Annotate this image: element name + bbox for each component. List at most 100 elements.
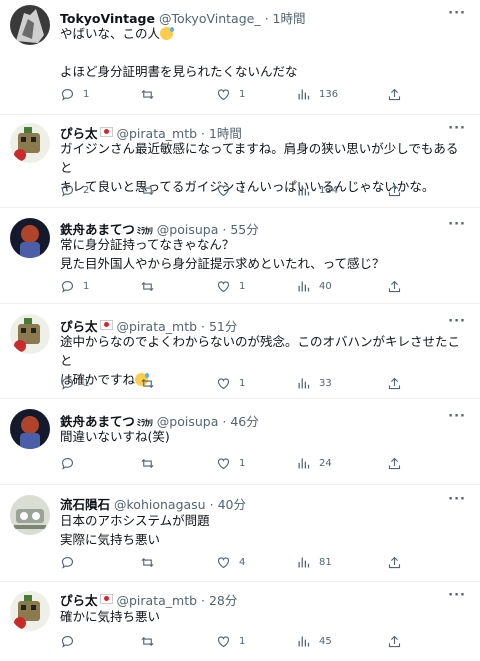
like-button[interactable]: 1 — [216, 456, 245, 471]
reply-button[interactable]: 1 — [60, 279, 89, 294]
avatar[interactable] — [10, 314, 50, 354]
share-button[interactable] — [387, 183, 402, 198]
avatar[interactable] — [10, 591, 50, 631]
retweet-button[interactable] — [140, 555, 163, 570]
tweet[interactable]: 流石隕石 @kohionagasu · 40分 ··· 日本のアホシステムが問題… — [0, 485, 480, 582]
like-button[interactable]: 1 — [216, 279, 245, 294]
reply-icon — [61, 88, 74, 101]
views-button[interactable]: 45 — [296, 634, 332, 649]
more-icon[interactable]: ··· — [448, 492, 466, 507]
like-icon — [217, 378, 230, 390]
share-button[interactable] — [387, 376, 402, 391]
more-icon[interactable]: ··· — [448, 217, 466, 232]
share-button[interactable] — [387, 634, 402, 649]
retweet-button[interactable] — [140, 634, 163, 649]
tweet-actions: 1 45 — [60, 634, 468, 652]
more-icon[interactable]: ··· — [448, 409, 466, 424]
more-icon[interactable]: ··· — [448, 6, 466, 21]
retweet-icon — [141, 636, 154, 647]
reply-feed: TokyoVintage @TokyoVintage_ · 1時間 ··· やば… — [0, 0, 480, 661]
display-name[interactable]: 流石隕石 — [60, 497, 110, 512]
like-button[interactable]: 1 — [216, 376, 245, 391]
separator-dot: · — [201, 593, 205, 608]
share-button[interactable] — [387, 456, 402, 471]
tweet-text: 確かに気持ち悪い — [60, 607, 468, 626]
more-icon[interactable]: ··· — [448, 121, 466, 136]
tweet-line: 間違いないすね(笑) — [60, 429, 170, 444]
more-icon[interactable]: ··· — [448, 588, 466, 603]
tweet[interactable]: 鉄舟あまてつ ﾐﾗｶﾘ @poisupa · 55分 ··· 常に身分証持ってなき… — [0, 208, 480, 304]
views-button[interactable]: 136 — [296, 87, 338, 102]
tweet-line: ガイジンさん最近敏感になってますね。肩身の狭い思いが少しでもあると — [60, 141, 459, 175]
retweet-icon — [141, 281, 154, 292]
japan-flag-icon — [99, 594, 113, 604]
reply-button[interactable] — [60, 456, 83, 471]
retweet-button[interactable] — [140, 456, 163, 471]
tweet[interactable]: ぴら太 @pirata_mtb · 1時間 ··· ガイジンさん最近敏感になって… — [0, 115, 480, 208]
reply-icon — [61, 377, 74, 390]
retweet-button[interactable] — [140, 376, 163, 391]
like-count: 1 — [239, 636, 246, 647]
timestamp[interactable]: 28分 — [209, 593, 237, 608]
tweet-actions: 1 1 136 — [60, 87, 468, 105]
retweet-button[interactable] — [140, 87, 163, 102]
like-button[interactable]: 1 — [216, 634, 245, 649]
views-icon — [298, 378, 310, 389]
avatar[interactable] — [10, 5, 50, 45]
share-button[interactable] — [387, 279, 402, 294]
tweet-line — [60, 43, 468, 62]
reply-button[interactable] — [60, 555, 83, 570]
like-count: 4 — [239, 557, 246, 568]
separator-dot: · — [209, 497, 214, 512]
retweet-button[interactable] — [140, 279, 163, 294]
share-button[interactable] — [387, 87, 402, 102]
like-icon — [217, 458, 230, 470]
reply-button[interactable] — [60, 634, 83, 649]
more-icon[interactable]: ··· — [448, 314, 466, 329]
reply-icon — [61, 556, 74, 569]
views-button[interactable]: 33 — [296, 376, 332, 391]
tweet[interactable]: ぴら太 @pirata_mtb · 51分 ··· 途中からなのでよくわからない… — [0, 304, 480, 399]
views-button[interactable]: 134 — [296, 183, 338, 198]
reply-button[interactable]: 1 — [60, 376, 89, 391]
like-count: 1 — [239, 281, 246, 292]
avatar[interactable] — [10, 495, 50, 535]
reply-icon — [61, 457, 74, 470]
user-handle[interactable]: @pirata_mtb — [117, 593, 198, 608]
views-button[interactable]: 81 — [296, 555, 332, 570]
like-button[interactable]: 1 — [216, 87, 245, 102]
tweet[interactable]: ぴら太 @pirata_mtb · 28分 ··· 確かに気持ち悪い 1 45 — [0, 582, 480, 661]
tweet-line: 常に身分証持ってなきゃなん？ — [60, 237, 235, 252]
tweet-line: やばいな、この人 — [60, 26, 161, 41]
user-handle[interactable]: @kohionagasu — [114, 497, 206, 512]
views-button[interactable]: 40 — [296, 279, 332, 294]
share-button[interactable] — [387, 555, 402, 570]
avatar[interactable] — [10, 409, 50, 449]
share-icon — [388, 377, 401, 390]
like-button[interactable]: 4 — [216, 555, 245, 570]
display-name[interactable]: ぴら太 — [60, 593, 98, 608]
avatar[interactable] — [10, 123, 50, 163]
tweet-actions: 4 81 — [60, 555, 468, 573]
tweet-text: 間違いないすね(笑) — [60, 427, 468, 446]
tweet[interactable]: TokyoVintage @TokyoVintage_ · 1時間 ··· やば… — [0, 0, 480, 115]
tweet-actions: 2 1 134 — [60, 183, 468, 201]
views-button[interactable]: 24 — [296, 456, 332, 471]
avatar[interactable] — [10, 218, 50, 258]
reply-icon — [61, 280, 74, 293]
like-count: 1 — [239, 89, 246, 100]
tweet[interactable]: 鉄舟あまてつ ﾐﾗｶﾘ @poisupa · 46分 ··· 間違いないすね(笑)… — [0, 399, 480, 485]
reply-button[interactable]: 2 — [60, 183, 89, 198]
timestamp[interactable]: 40分 — [218, 497, 246, 512]
reply-count: 1 — [83, 378, 90, 389]
reply-icon — [61, 184, 74, 197]
like-count: 1 — [239, 458, 246, 469]
views-icon — [298, 89, 310, 100]
reply-button[interactable]: 1 — [60, 87, 89, 102]
retweet-button[interactable] — [140, 183, 163, 198]
reply-count: 1 — [83, 89, 90, 100]
like-button[interactable]: 1 — [216, 183, 245, 198]
like-icon — [217, 636, 230, 648]
views-icon — [298, 281, 310, 292]
tweet-actions: 1 1 33 — [60, 376, 468, 394]
